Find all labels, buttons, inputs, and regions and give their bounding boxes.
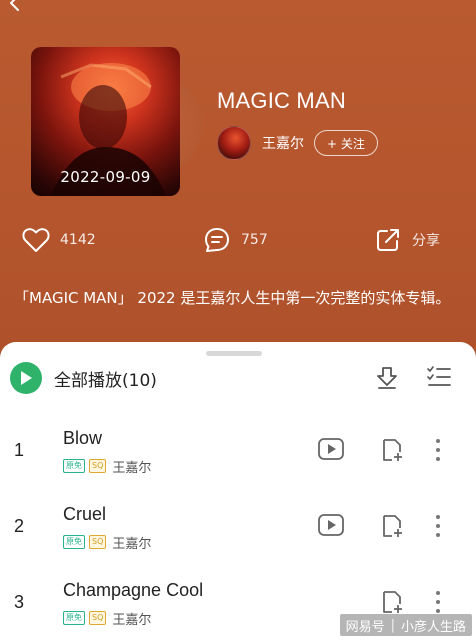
watermark-divider: | [390,617,395,633]
free-tag: 原免 [63,611,85,625]
artist-name[interactable]: 王嘉尔 [262,133,304,153]
song-title: Champagne Cool [63,580,204,600]
like-count: 4142 [60,232,96,248]
song-meta: 原免 SQ 王嘉尔 [63,609,152,628]
song-artist: 王嘉尔 [112,612,152,628]
cover-date: 2022-09-09 [60,168,151,186]
play-all-button[interactable]: 全部播放(10) [10,362,157,394]
artist-avatar[interactable] [217,126,251,160]
share-icon [377,229,399,251]
tracklist-sheet: 全部播放(10) 1 Blow 原免 SQ 王嘉尔 2 Cruel 原免 SQ … [0,342,476,640]
heart-icon [22,228,50,252]
sq-tag: SQ [89,535,107,549]
comment-count: 757 [241,232,268,248]
album-title: MAGIC MAN [217,88,346,113]
song-row[interactable]: 1 Blow 原免 SQ 王嘉尔 [0,424,476,484]
add-to-playlist-icon[interactable] [380,590,404,614]
video-icon[interactable] [318,514,344,536]
song-row[interactable]: 2 Cruel 原免 SQ 王嘉尔 [0,500,476,560]
download-icon[interactable] [374,364,400,390]
song-number: 2 [14,516,25,536]
share-button[interactable]: 分享 [374,226,440,254]
song-meta: 原免 SQ 王嘉尔 [63,533,152,552]
play-all-label: 全部播放(10) [54,370,157,391]
comment-button[interactable]: 757 [203,226,268,254]
free-tag: 原免 [63,535,85,549]
song-number: 1 [14,440,25,460]
play-icon [10,362,42,394]
add-to-playlist-icon[interactable] [380,514,404,538]
sq-tag: SQ [89,611,107,625]
song-artist: 王嘉尔 [112,536,152,552]
song-title: Cruel [63,504,107,524]
more-vertical-icon[interactable] [434,514,442,538]
artist-row[interactable]: 王嘉尔 + 关注 [217,126,378,160]
more-vertical-icon[interactable] [434,438,442,462]
follow-button[interactable]: + 关注 [314,130,378,156]
sq-tag: SQ [89,459,107,473]
watermark-author: 小彦人生路 [400,619,466,635]
song-meta: 原免 SQ 王嘉尔 [63,457,152,476]
comment-icon [205,228,229,252]
share-label: 分享 [412,233,440,249]
more-vertical-icon[interactable] [434,590,442,614]
free-tag: 原免 [63,459,85,473]
watermark-source: 网易号 [345,619,385,635]
like-button[interactable]: 4142 [22,226,96,254]
song-number: 3 [14,592,25,612]
song-artist: 王嘉尔 [112,460,152,476]
video-icon[interactable] [318,438,344,460]
song-title: Blow [63,428,103,448]
add-to-playlist-icon[interactable] [380,438,404,462]
album-cover[interactable]: 2022-09-09 [31,47,180,196]
album-description: 「MAGIC MAN」 2022 是王嘉尔人生中第一次完整的实体专辑。 [14,289,451,307]
multi-select-icon[interactable] [426,364,452,390]
drag-handle[interactable] [206,351,262,356]
back-arrow-icon[interactable] [6,0,24,12]
watermark: 网易号 | 小彦人生路 [339,614,472,636]
